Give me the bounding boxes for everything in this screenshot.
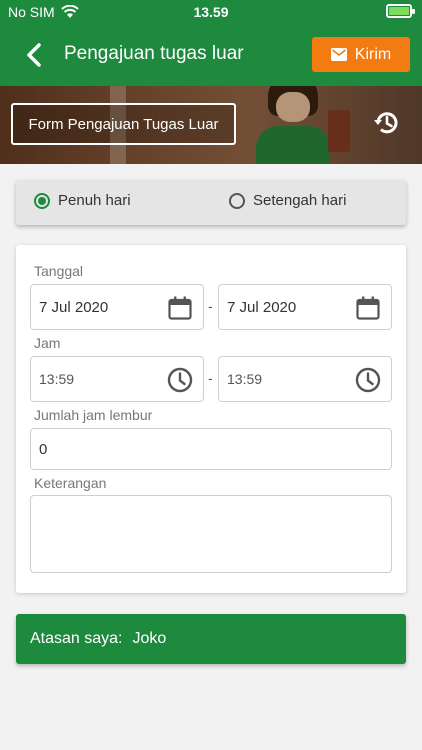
back-arrow-icon[interactable] bbox=[20, 40, 50, 70]
date-from-field[interactable]: 7 Jul 2020 bbox=[30, 284, 204, 330]
page-title: Pengajuan tugas luar bbox=[64, 43, 244, 64]
history-icon[interactable] bbox=[372, 108, 402, 138]
time-from-value: 13:59 bbox=[39, 371, 75, 387]
radio-unselected-icon bbox=[229, 192, 245, 209]
radio-full-day[interactable]: Penuh hari bbox=[34, 192, 131, 209]
radio-half-day-label: Setengah hari bbox=[253, 192, 347, 209]
supervisor-name: Joko bbox=[132, 630, 167, 647]
supervisor-bar: Atasan saya: Joko bbox=[16, 614, 406, 664]
send-button-label: Kirim bbox=[354, 45, 392, 63]
notes-textarea[interactable] bbox=[30, 495, 392, 573]
date-from-value: 7 Jul 2020 bbox=[39, 299, 109, 316]
overtime-value: 0 bbox=[39, 441, 48, 458]
radio-selected-icon bbox=[34, 192, 50, 209]
overtime-label: Jumlah jam lembur bbox=[34, 407, 153, 423]
notes-label: Keterangan bbox=[34, 475, 107, 491]
form-title-button[interactable]: Form Pengajuan Tugas Luar bbox=[11, 103, 236, 145]
time-label: Jam bbox=[34, 335, 61, 351]
calendar-icon[interactable] bbox=[355, 295, 381, 321]
mail-icon bbox=[330, 48, 347, 61]
date-separator: - bbox=[208, 298, 213, 314]
duration-selector: Penuh hari Setengah hari bbox=[16, 180, 406, 225]
bottom-area bbox=[0, 680, 422, 750]
overtime-input[interactable]: 0 bbox=[30, 428, 392, 470]
date-to-value: 7 Jul 2020 bbox=[227, 299, 297, 316]
clock-icon[interactable] bbox=[355, 367, 381, 393]
time-from-field[interactable]: 13:59 bbox=[30, 356, 204, 402]
radio-half-day[interactable]: Setengah hari bbox=[229, 192, 346, 209]
clock-icon[interactable] bbox=[167, 367, 193, 393]
send-button[interactable]: Kirim bbox=[312, 37, 410, 72]
radio-full-day-label: Penuh hari bbox=[58, 192, 131, 209]
time-to-value: 13:59 bbox=[227, 371, 263, 387]
app-bar: Pengajuan tugas luar Kirim bbox=[0, 24, 422, 86]
time-separator: - bbox=[208, 370, 213, 386]
status-bar: No SIM 13.59 bbox=[0, 0, 422, 24]
date-label: Tanggal bbox=[34, 263, 84, 279]
battery-icon bbox=[386, 4, 415, 18]
supervisor-label: Atasan saya: bbox=[30, 630, 123, 647]
date-to-field[interactable]: 7 Jul 2020 bbox=[218, 284, 392, 330]
calendar-icon[interactable] bbox=[167, 295, 193, 321]
clock: 13.59 bbox=[193, 4, 229, 20]
time-to-field[interactable]: 13:59 bbox=[218, 356, 392, 402]
